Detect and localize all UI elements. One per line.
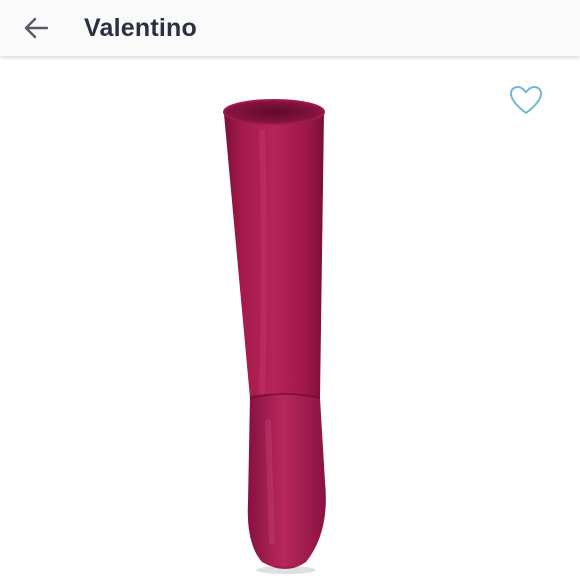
back-button[interactable] (22, 8, 74, 48)
page-title: Valentino (84, 13, 197, 42)
arrow-left-icon (24, 17, 49, 39)
boot-foot (247, 393, 326, 569)
favorite-button[interactable] (508, 84, 544, 116)
product-image[interactable] (0, 62, 580, 580)
app-bar: Valentino (0, 0, 580, 56)
product-detail (0, 62, 580, 580)
heart-outline-icon (510, 86, 542, 114)
boot-shaft (224, 105, 324, 402)
boot-opening (223, 99, 325, 125)
